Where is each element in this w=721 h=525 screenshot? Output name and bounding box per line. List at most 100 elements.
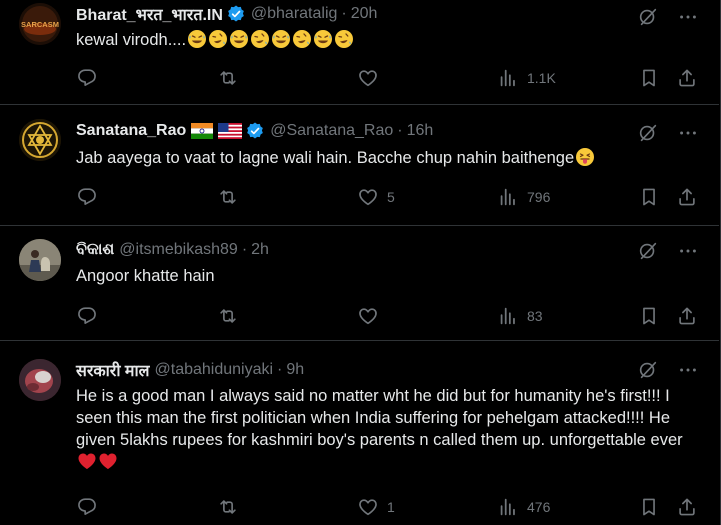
views-button[interactable]: 83 [497,305,543,327]
tweet-header: Sanatana_Rao @Sanatana_Rao · 16h [76,120,433,142]
grok-icon[interactable] [637,122,659,144]
person-photo-avatar-icon [19,239,61,281]
tweet-actions: 1.1K [76,67,696,89]
timestamp[interactable]: 9h [286,361,304,379]
bookmark-icon [643,69,655,87]
laughing-tears-emoji-icon [187,29,207,49]
star-emblem-avatar-icon [19,119,61,161]
more-icon[interactable] [677,240,699,262]
views-button[interactable]: 476 [497,496,550,518]
avatar[interactable]: SARCASM [19,3,61,45]
views-icon [500,498,515,516]
tweet-text-content: He is a good man I always said no matter… [76,387,683,449]
views-icon [500,69,515,87]
tweet-text-content: kewal virodh.... [76,31,187,49]
separator-dot: · [277,361,283,378]
tweet-text: kewal virodh.... [76,29,354,51]
retweet-button[interactable] [217,186,247,208]
tweet-actions: 83 [76,305,696,327]
retweet-button[interactable] [217,496,247,518]
reply-button[interactable] [76,67,106,89]
views-icon [500,307,515,325]
sarcasm-avatar-icon: SARCASM [19,3,61,45]
verified-badge-icon [245,121,265,141]
reply-icon [78,307,96,324]
verified-badge-icon [226,4,246,24]
avatar[interactable] [19,359,61,401]
tweet[interactable]: SARCASM Bharat_भरत_भारत.IN @bharatalig ·… [0,0,719,105]
view-count: 796 [527,189,551,205]
profile-photo-avatar-icon [19,359,61,401]
share-button[interactable] [676,67,698,89]
view-count: 476 [527,499,551,515]
tweet[interactable]: Sanatana_Rao @Sanatana_Rao · 16h Jab aay… [0,105,719,226]
heart-icon [359,499,377,516]
heart-icon [359,70,377,87]
timestamp[interactable]: 20h [351,5,378,23]
tweet-header: ବିକାଶ @itsmebikash89 · 2h [76,239,269,261]
reply-button[interactable] [76,186,106,208]
like-button[interactable]: 5 [357,186,395,208]
tweet-text-content: Jab aayega to vaat to lagne wali hain. B… [76,149,575,167]
views-icon [500,188,515,206]
more-icon[interactable] [677,122,699,144]
grok-icon[interactable] [637,240,659,262]
tweet-actions: 1 476 [76,496,696,518]
retweet-icon [220,309,236,323]
like-button[interactable] [357,305,387,327]
avatar[interactable] [19,119,61,161]
more-icon[interactable] [677,359,699,381]
reply-button[interactable] [76,305,106,327]
tweet-text-content: Angoor khatte hain [76,267,215,285]
share-icon [679,188,695,206]
separator-dot: · [397,122,403,139]
display-name[interactable]: ବିକାଶ [76,241,114,259]
red-heart-emoji-icon [78,453,96,469]
user-handle[interactable]: @bharatalig [251,5,338,23]
rolling-laughing-emoji-icon [250,29,270,49]
bookmark-button[interactable] [638,186,660,208]
views-button[interactable]: 796 [497,186,550,208]
bookmark-button[interactable] [638,305,660,327]
rolling-laughing-emoji-icon [208,29,228,49]
user-handle[interactable]: @tabahiduniyaki [155,361,274,379]
grok-icon[interactable] [637,6,659,28]
display-name[interactable]: सरकारी माल [76,359,150,381]
rolling-laughing-emoji-icon [292,29,312,49]
share-button[interactable] [676,305,698,327]
svg-text:SARCASM: SARCASM [21,20,59,29]
retweet-icon [220,500,236,514]
like-button[interactable]: 1 [357,496,395,518]
more-icon[interactable] [677,6,699,28]
tweet-text: Jab aayega to vaat to lagne wali hain. B… [76,147,595,169]
user-handle[interactable]: @itsmebikash89 [119,241,238,259]
laughing-tears-emoji-icon [229,29,249,49]
tweet[interactable]: सरकारी माल @tabahiduniyaki · 9h He is a … [0,341,719,525]
heart-icon [359,189,377,206]
retweet-button[interactable] [217,305,247,327]
user-handle[interactable]: @Sanatana_Rao [270,122,393,140]
separator-dot: · [241,241,248,258]
grok-icon[interactable] [637,359,659,381]
retweet-button[interactable] [217,67,247,89]
retweet-icon [220,190,236,204]
laughing-tears-emoji-icon [271,29,291,49]
like-button[interactable] [357,67,387,89]
display-name[interactable]: Sanatana_Rao [76,122,186,140]
display-name[interactable]: Bharat_भरत_भारत.IN [76,3,223,25]
bookmark-button[interactable] [638,496,660,518]
tweet-header: सरकारी माल @tabahiduniyaki · 9h [76,359,304,381]
avatar[interactable] [19,239,61,281]
timestamp[interactable]: 16h [407,122,434,140]
reply-button[interactable] [76,496,106,518]
bookmark-button[interactable] [638,67,660,89]
share-icon [679,307,695,325]
timestamp[interactable]: 2h [251,241,269,259]
tweet-text: He is a good man I always said no matter… [76,385,706,473]
share-button[interactable] [676,496,698,518]
tweet[interactable]: ବିକାଶ @itsmebikash89 · 2h Angoor khatte … [0,226,719,341]
separator-dot: · [341,5,347,22]
share-button[interactable] [676,186,698,208]
views-button[interactable]: 1.1K [497,67,556,89]
tongue-wink-emoji-icon [575,147,595,167]
